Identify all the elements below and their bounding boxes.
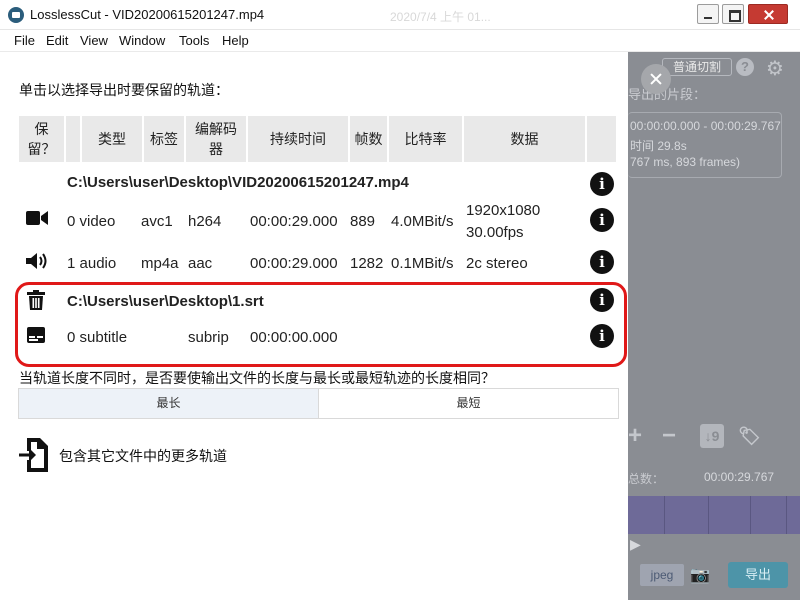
total-duration: 00:00:29.767 (704, 470, 775, 484)
track-frames: 1282 (350, 255, 384, 272)
segment-toolbar: + − ↓9 🏷 (628, 422, 800, 452)
track-selection-dialog: 单击以选择导出时要保留的轨道： 保留？ 类型 标签 编解码器 持续时间 帧数 比… (0, 52, 628, 600)
file-import-icon (19, 438, 48, 472)
longest-option-button[interactable]: 最长 (19, 389, 319, 418)
trash-icon[interactable] (27, 290, 45, 310)
minimize-button[interactable] (697, 4, 719, 24)
file-path: C:\Users\user\Desktop\VID20200615201247.… (67, 174, 409, 191)
menu-tools[interactable]: Tools (179, 33, 209, 48)
sort-numeric-icon: ↓9 (700, 424, 724, 448)
background-app-panel: 普通切割 ? ⚙ 导出的片段： 00:00:00.000 - 00:00:29.… (628, 52, 800, 600)
segment-timeline (628, 496, 800, 534)
info-icon[interactable]: i (590, 250, 614, 274)
output-length-toggle: 最长 最短 (18, 388, 619, 419)
track-row-subtitle[interactable]: 0 subtitle subrip 00:00:00.000 i (0, 322, 628, 350)
gear-icon: ⚙ (766, 58, 784, 80)
remove-segment-icon: − (662, 422, 677, 449)
header-blank (66, 116, 80, 162)
info-icon[interactable]: i (590, 172, 614, 196)
track-duration: 00:00:29.000 (250, 255, 338, 272)
title-bar: LosslessCut - VID20200615201247.mp4 2020… (0, 0, 800, 30)
track-codec: h264 (188, 213, 222, 230)
track-frames: 889 (350, 213, 376, 230)
track-type: 0 video (67, 213, 116, 230)
header-tag: 标签 (144, 116, 184, 162)
subtitles-icon[interactable] (27, 327, 45, 343)
track-duration: 00:00:29.000 (250, 213, 338, 230)
camera-icon: 📷 (690, 567, 710, 584)
export-button: 导出 (728, 562, 788, 588)
volume-icon[interactable] (26, 252, 48, 270)
help-icon: ? (736, 58, 754, 76)
track-tag: mp4a (141, 255, 179, 272)
include-more-tracks-label: 包含其它文件中的更多轨道 (59, 448, 227, 464)
menu-file[interactable]: File (14, 33, 35, 48)
total-label: 总数： (628, 472, 665, 486)
menu-window[interactable]: Window (119, 33, 165, 48)
segment-duration: 时间 29.8s (630, 139, 687, 153)
segment-card: 00:00:00.000 - 00:00:29.767 时间 29.8s 767… (628, 112, 782, 178)
file-row: C:\Users\user\Desktop\VID20200615201247.… (0, 170, 628, 198)
cut-mode-button: 普通切割 (662, 58, 732, 76)
shortest-option-button[interactable]: 最短 (319, 389, 618, 418)
app-logo-icon (8, 7, 24, 23)
video-camera-icon[interactable] (26, 210, 48, 226)
track-framerate: 30.00fps (466, 224, 524, 241)
track-codec: subrip (188, 329, 229, 346)
play-icon: ▶ (630, 536, 641, 552)
track-row-video[interactable]: 0 video avc1 h264 00:00:29.000 889 4.0MB… (0, 200, 628, 244)
header-keep: 保留？ (19, 116, 64, 162)
header-duration: 持续时间 (248, 116, 348, 162)
track-duration: 00:00:00.000 (250, 329, 338, 346)
header-codec: 编解码器 (186, 116, 246, 162)
track-bitrate: 0.1MBit/s (391, 255, 454, 272)
close-dialog-button[interactable] (641, 64, 671, 94)
track-bitrate: 4.0MBit/s (391, 213, 454, 230)
length-question: 当轨道长度不同时，是否要使输出文件的长度与最长或最短轨迹的长度相同？ (19, 370, 495, 386)
segment-frames: 767 ms, 893 frames) (630, 155, 741, 169)
menu-edit[interactable]: Edit (46, 33, 68, 48)
menu-bar: File Edit View Window Tools Help (0, 30, 800, 52)
info-icon[interactable]: i (590, 288, 614, 312)
tag-icon: 🏷 (738, 426, 761, 446)
track-type: 1 audio (67, 255, 117, 272)
segment-range: 00:00:00.000 - 00:00:29.767 (630, 119, 781, 133)
add-segment-icon: + (628, 422, 643, 449)
background-window-title: 2020/7/4 上午 01... (390, 10, 491, 24)
header-info (587, 116, 616, 162)
menu-help[interactable]: Help (222, 33, 249, 48)
info-icon[interactable]: i (590, 208, 614, 232)
track-type: 0 subtitle (67, 329, 128, 346)
dialog-instruction: 单击以选择导出时要保留的轨道： (19, 82, 229, 98)
maximize-button[interactable] (722, 4, 744, 24)
menu-view[interactable]: View (80, 33, 108, 48)
close-window-button[interactable] (748, 4, 788, 24)
header-frames: 帧数 (350, 116, 387, 162)
header-bitrate: 比特率 (389, 116, 462, 162)
info-icon[interactable]: i (590, 324, 614, 348)
track-channels: 2c stereo (466, 255, 528, 272)
file-row: C:\Users\user\Desktop\1.srt i (0, 288, 628, 316)
track-tag: avc1 (141, 213, 173, 230)
track-row-audio[interactable]: 1 audio mp4a aac 00:00:29.000 1282 0.1MB… (0, 248, 628, 276)
window-title: LosslessCut - VID20200615201247.mp4 (30, 7, 265, 22)
header-data: 数据 (464, 116, 585, 162)
capture-format-select: jpeg (640, 564, 684, 586)
file-path: C:\Users\user\Desktop\1.srt (67, 293, 264, 310)
track-codec: aac (188, 255, 213, 272)
track-resolution: 1920x1080 (466, 202, 541, 219)
header-type: 类型 (82, 116, 142, 162)
